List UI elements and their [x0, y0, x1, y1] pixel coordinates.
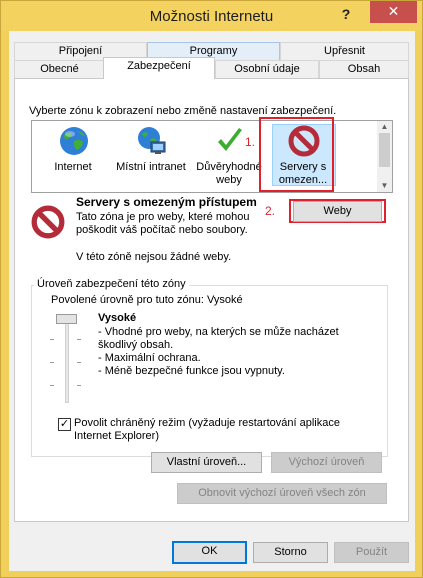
- zone-heading: Servery s omezeným přístupem: [76, 195, 257, 209]
- zone-label: Důvěryhodné weby: [196, 161, 262, 186]
- checkmark-icon: [218, 128, 242, 151]
- annotation-number-1: 1.: [245, 135, 256, 149]
- zone-label: Internet: [54, 161, 92, 173]
- annotation-number-2: 2.: [265, 204, 276, 218]
- title-bar[interactable]: Možnosti Internetu ? ✕: [1, 1, 422, 31]
- scroll-down-icon[interactable]: ▼: [377, 180, 392, 192]
- scroll-thumb[interactable]: [379, 133, 390, 167]
- level-name: Vysoké: [98, 312, 137, 324]
- tab-obsah[interactable]: Obsah: [319, 60, 409, 78]
- tab-zabezpeceni[interactable]: Zabezpečení: [103, 57, 215, 79]
- sites-button[interactable]: Weby: [293, 201, 382, 222]
- default-level-button: Výchozí úroveň: [271, 452, 382, 473]
- tab-upresnit[interactable]: Upřesnit: [280, 42, 409, 60]
- reset-all-zones-button: Obnovit výchozí úroveň všech zón: [177, 483, 387, 504]
- cancel-button[interactable]: Storno: [253, 542, 328, 563]
- scroll-up-icon[interactable]: ▲: [377, 121, 392, 133]
- security-slider-track[interactable]: [65, 319, 69, 403]
- internet-options-window: Možnosti Internetu ? ✕ Připojení Program…: [0, 0, 423, 578]
- apply-button: Použít: [334, 542, 409, 563]
- level-bullet-1: - Vhodné pro weby, na kterých se může na…: [98, 326, 339, 351]
- slider-tick: [77, 362, 81, 363]
- protected-mode-checkbox[interactable]: ✓: [58, 418, 71, 431]
- annotation-box-zone: [259, 117, 334, 192]
- ok-button[interactable]: OK: [172, 541, 247, 564]
- slider-tick: [50, 385, 54, 386]
- custom-level-button[interactable]: Vlastní úroveň...: [151, 452, 262, 473]
- allowed-levels: Povolené úrovně pro tuto zónu: Vysoké: [51, 294, 243, 306]
- zone-list-scrollbar[interactable]: ▲ ▼: [377, 121, 392, 192]
- zone-description: Tato zóna je pro weby, které mohou poško…: [76, 211, 250, 236]
- zone-internet[interactable]: Internet: [34, 121, 112, 192]
- restricted-icon: [31, 205, 65, 239]
- slider-tick: [77, 339, 81, 340]
- zone-label: Místní intranet: [116, 161, 186, 173]
- help-button[interactable]: ?: [331, 3, 361, 25]
- tab-osobni-udaje[interactable]: Osobní údaje: [215, 60, 319, 78]
- intranet-icon: [138, 127, 166, 154]
- level-bullet-2: - Maximální ochrana.: [98, 352, 201, 364]
- zone-local-intranet[interactable]: Místní intranet: [112, 121, 190, 192]
- close-button[interactable]: ✕: [370, 1, 417, 23]
- security-slider-thumb[interactable]: [56, 314, 77, 324]
- slider-tick: [50, 362, 54, 363]
- globe-icon: [60, 127, 88, 155]
- zone-list[interactable]: Internet Místní intranet Důvěryhodné web…: [31, 120, 393, 193]
- zone-prompt: Vyberte zónu k zobrazení nebo změně nast…: [29, 105, 337, 117]
- level-bullet-3: - Méně bezpečné funkce jsou vypnuty.: [98, 365, 285, 377]
- protected-mode-label[interactable]: Povolit chráněný režim (vyžaduje restart…: [74, 417, 374, 443]
- zone-no-sites: V této zóně nejsou žádné weby.: [76, 251, 232, 263]
- slider-tick: [77, 385, 81, 386]
- zone-trusted-sites[interactable]: Důvěryhodné weby: [190, 121, 268, 192]
- tab-obecne[interactable]: Obecné: [14, 60, 105, 78]
- security-level-title: Úroveň zabezpečení této zóny: [34, 278, 189, 290]
- slider-tick: [50, 339, 54, 340]
